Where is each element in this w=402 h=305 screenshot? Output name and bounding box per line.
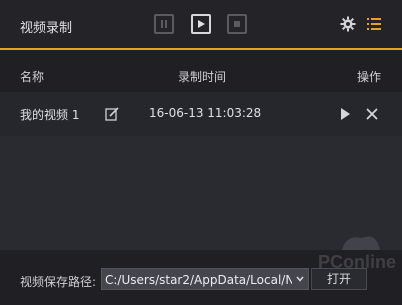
record-time: 16-06-13 11:03:28 [149, 106, 262, 120]
list-icon [367, 18, 381, 30]
header-operations: 操作 [357, 70, 382, 84]
list-button[interactable] [364, 14, 384, 34]
app-title: 视频录制 [20, 21, 73, 36]
watermark-logo: PConline [318, 236, 396, 272]
stop-icon [234, 21, 240, 27]
header-record-time: 录制时间 [178, 70, 227, 84]
pause-icon [161, 20, 167, 28]
play-icon [341, 108, 350, 120]
recording-list: 我的视频 1 16-06-13 11:03:28 [0, 92, 402, 250]
header-name: 名称 [20, 70, 45, 84]
table-row[interactable]: 我的视频 1 16-06-13 11:03:28 [0, 92, 402, 136]
video-name: 我的视频 1 [20, 108, 80, 122]
chevron-down-icon [296, 276, 304, 282]
stop-button[interactable] [227, 14, 247, 34]
pause-button[interactable] [154, 14, 174, 34]
row-play-button[interactable] [337, 106, 353, 122]
row-delete-button[interactable] [364, 106, 380, 122]
title-bar: 视频录制 [0, 0, 402, 50]
save-path-dropdown[interactable] [292, 269, 308, 289]
save-path-field[interactable]: C:/Users/star2/AppData/Local/N [101, 268, 309, 290]
edit-icon [105, 107, 119, 121]
table-header: 名称 录制时间 操作 [0, 52, 402, 92]
rename-button[interactable] [104, 106, 120, 122]
save-path-label: 视频保存路径: [20, 275, 97, 289]
gear-icon [340, 16, 356, 32]
settings-button[interactable] [338, 14, 358, 34]
play-icon [198, 20, 205, 28]
play-button[interactable] [191, 14, 211, 34]
close-icon [366, 108, 378, 120]
save-path-value: C:/Users/star2/AppData/Local/N [105, 273, 295, 287]
svg-text:PConline: PConline [318, 252, 396, 272]
